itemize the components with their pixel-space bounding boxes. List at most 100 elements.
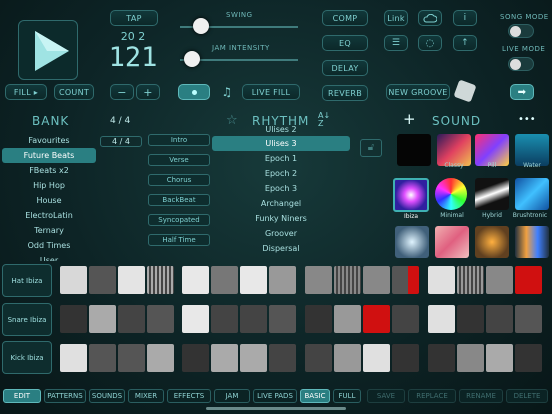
bank-item[interactable]: Future Beats xyxy=(2,148,96,163)
delay-button[interactable]: DELAY xyxy=(322,60,368,76)
step-pad[interactable] xyxy=(363,344,390,372)
step-pad[interactable] xyxy=(147,305,174,333)
count-button[interactable]: COUNT xyxy=(54,84,94,100)
step-pad[interactable] xyxy=(269,266,296,294)
step-pad[interactable] xyxy=(60,344,87,372)
delete-button[interactable]: DELETE xyxy=(506,389,548,403)
bank-item[interactable]: Ternary xyxy=(2,223,96,238)
bank-item[interactable]: Odd Times xyxy=(2,238,96,253)
step-pad[interactable] xyxy=(60,305,87,333)
lock-icon[interactable]: 🔓︎ xyxy=(360,139,382,157)
note-button[interactable]: ♫ xyxy=(218,84,236,100)
time-signature[interactable]: 4 / 4 xyxy=(100,136,142,147)
step-pad[interactable] xyxy=(182,305,209,333)
tab-live-pads[interactable]: LIVE PADS xyxy=(253,389,297,403)
step-pad[interactable] xyxy=(515,305,542,333)
next-arrow-button[interactable]: ➡ xyxy=(510,84,534,100)
step-pad[interactable] xyxy=(457,266,484,294)
step-pad[interactable] xyxy=(60,266,87,294)
step-pad[interactable] xyxy=(457,344,484,372)
sound-thumb-fire[interactable] xyxy=(475,226,509,258)
step-pad[interactable] xyxy=(147,344,174,372)
live-fill-button[interactable]: LIVE FILL xyxy=(242,84,300,100)
bank-item[interactable]: House xyxy=(2,193,96,208)
cloud-button[interactable] xyxy=(418,10,442,26)
style-backbeat[interactable]: BackBeat xyxy=(148,194,210,206)
step-pad[interactable] xyxy=(428,305,455,333)
step-pad[interactable] xyxy=(269,344,296,372)
step-pad[interactable] xyxy=(486,305,513,333)
jam-intensity-knob[interactable] xyxy=(184,51,200,67)
replace-button[interactable]: REPLACE xyxy=(408,389,456,403)
tab-mixer[interactable]: MIXER xyxy=(128,389,164,403)
tap-button[interactable]: TAP xyxy=(110,10,158,26)
step-pad[interactable] xyxy=(240,266,267,294)
step-pad[interactable] xyxy=(428,344,455,372)
sound-thumb-hybrid[interactable] xyxy=(475,178,509,210)
tab-basic[interactable]: BASIC xyxy=(300,389,330,403)
sound-thumb-lights[interactable] xyxy=(515,226,549,258)
info-button[interactable]: i xyxy=(453,10,477,26)
step-pad[interactable] xyxy=(305,305,332,333)
step-pad[interactable] xyxy=(515,344,542,372)
sound-thumb-minimal[interactable] xyxy=(435,178,467,210)
step-pad[interactable] xyxy=(486,266,513,294)
tab-jam[interactable]: JAM xyxy=(214,389,250,403)
step-pad[interactable] xyxy=(334,305,361,333)
step-pad[interactable] xyxy=(182,344,209,372)
mixer-settings-button[interactable]: ☰ xyxy=(384,35,408,51)
tab-edit[interactable]: EDIT xyxy=(3,389,41,403)
bank-item[interactable]: FBeats x2 xyxy=(2,163,96,178)
add-icon[interactable]: + xyxy=(403,110,416,128)
style-syncopated[interactable]: Syncopated xyxy=(148,214,210,226)
rhythm-item[interactable]: Epoch 1 xyxy=(212,151,350,166)
style-intro[interactable]: Intro xyxy=(148,134,210,146)
song-mode-toggle[interactable] xyxy=(508,24,534,38)
step-pad[interactable] xyxy=(334,266,361,294)
step-pad[interactable] xyxy=(334,344,361,372)
sound-thumb-brushtronic[interactable] xyxy=(515,178,549,210)
step-pad[interactable] xyxy=(305,266,332,294)
bank-item[interactable]: Favourites xyxy=(2,133,96,148)
rhythm-item[interactable]: Ulises 2 xyxy=(212,126,350,136)
link-button[interactable]: Link xyxy=(384,10,408,26)
step-pad[interactable] xyxy=(89,305,116,333)
tab-full[interactable]: FULL xyxy=(333,389,361,403)
rhythm-item[interactable]: Funky Niners xyxy=(212,211,350,226)
reverb-button[interactable]: REVERB xyxy=(322,85,368,101)
rhythm-item[interactable]: Epoch 3 xyxy=(212,181,350,196)
tab-patterns[interactable]: PATTERNS xyxy=(44,389,86,403)
rhythm-item[interactable]: Ulises 3 xyxy=(212,136,350,151)
step-pad[interactable] xyxy=(118,266,145,294)
rhythm-item[interactable]: Archangel xyxy=(212,196,350,211)
dice-icon[interactable] xyxy=(453,79,477,103)
style-chorus[interactable]: Chorus xyxy=(148,174,210,186)
bank-item[interactable]: User xyxy=(2,253,96,261)
style-verse[interactable]: Verse xyxy=(148,154,210,166)
step-pad[interactable] xyxy=(89,344,116,372)
bank-item[interactable]: ElectroLatin xyxy=(2,208,96,223)
swing-knob[interactable] xyxy=(193,18,209,34)
fill-button[interactable]: FILL ▸ xyxy=(5,84,47,100)
step-pad[interactable] xyxy=(240,305,267,333)
step-pad[interactable] xyxy=(457,305,484,333)
tab-effects[interactable]: EFFECTS xyxy=(167,389,211,403)
step-pad[interactable] xyxy=(269,305,296,333)
more-icon[interactable]: ••• xyxy=(518,114,536,125)
track-snare[interactable]: Snare Ibiza xyxy=(2,303,52,336)
step-pad[interactable] xyxy=(363,305,390,333)
track-hat[interactable]: Hat Ibiza xyxy=(2,264,52,297)
bank-item[interactable]: Hip Hop xyxy=(2,178,96,193)
rename-button[interactable]: RENAME xyxy=(459,389,503,403)
rhythm-item[interactable]: Dispersal xyxy=(212,241,350,256)
step-pad[interactable] xyxy=(240,344,267,372)
step-pad[interactable] xyxy=(211,266,238,294)
tempo-minus-button[interactable]: − xyxy=(110,84,134,100)
step-pad[interactable] xyxy=(211,305,238,333)
track-kick[interactable]: Kick Ibiza xyxy=(2,341,52,374)
step-pad[interactable] xyxy=(305,344,332,372)
step-pad[interactable] xyxy=(392,305,419,333)
sound-thumb-user[interactable] xyxy=(397,134,431,166)
tempo-display[interactable]: 121 xyxy=(100,42,166,73)
rhythm-item[interactable]: Epoch 2 xyxy=(212,166,350,181)
